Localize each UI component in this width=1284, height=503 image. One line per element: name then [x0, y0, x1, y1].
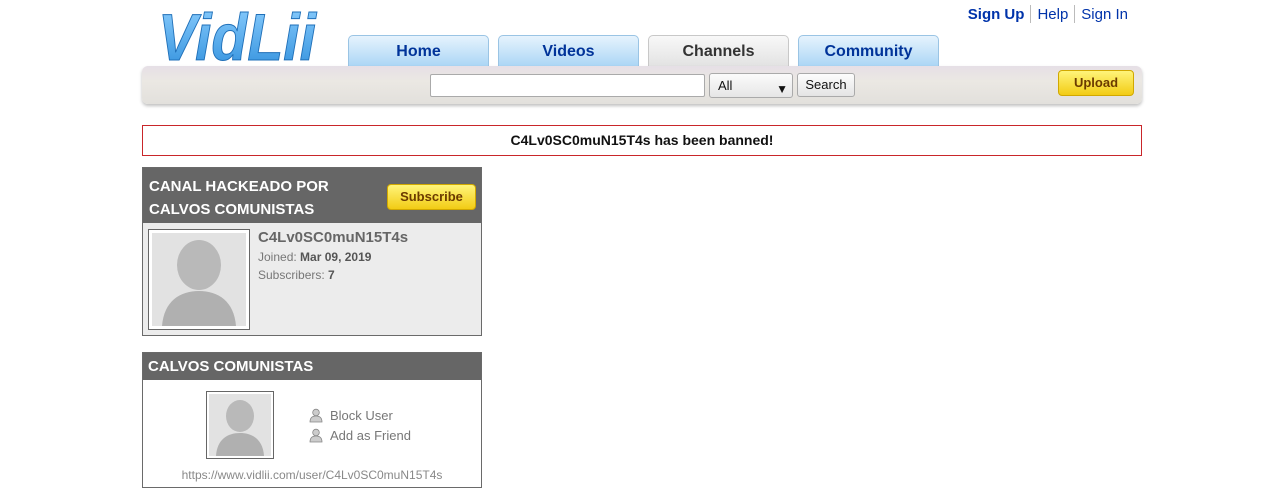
upload-button[interactable]: Upload	[1058, 70, 1134, 96]
block-user-link[interactable]: Block User	[309, 405, 411, 425]
profile-url: https://www.vidlii.com/user/C4Lv0SC0muN1…	[181, 468, 443, 482]
block-user-label: Block User	[330, 407, 393, 423]
search-category-select[interactable]: All ▼	[709, 73, 793, 98]
profile-header: CALVOS COMUNISTAS	[143, 353, 481, 380]
tab-channels[interactable]: Channels	[648, 35, 789, 67]
profile-actions: Block User Add as Friend	[309, 405, 411, 445]
channel-title: CANAL HACKEADO POR CALVOS COMUNISTAS	[149, 178, 329, 218]
logo-text: VidLii	[158, 2, 317, 68]
default-avatar-icon	[209, 394, 271, 456]
sign-up-link[interactable]: Sign Up	[962, 6, 1031, 23]
joined-row: Joined: Mar 09, 2019	[258, 250, 408, 264]
top-links: Sign Up Help Sign In	[962, 5, 1134, 23]
main-nav-tabs: Home Videos Channels Community	[348, 35, 939, 67]
channel-header: CANAL HACKEADO POR CALVOS COMUNISTAS Sub…	[143, 168, 481, 223]
subscribers-label: Subscribers:	[258, 268, 325, 282]
subscribers-row: Subscribers: 7	[258, 268, 408, 282]
user-block-icon	[309, 408, 323, 422]
search-category-value: All	[718, 78, 733, 93]
tab-home[interactable]: Home	[348, 35, 489, 67]
default-avatar-icon	[152, 233, 246, 326]
subscribers-count: 7	[328, 268, 335, 282]
chevron-down-icon: ▼	[776, 82, 788, 96]
joined-label: Joined:	[258, 250, 297, 264]
channel-username: C4Lv0SC0muN15T4s	[258, 229, 409, 246]
profile-avatar[interactable]	[206, 391, 274, 459]
vidlii-logo[interactable]: VidLii	[156, 2, 326, 68]
sign-in-link[interactable]: Sign In	[1075, 6, 1134, 23]
channel-avatar[interactable]	[148, 229, 250, 330]
search-input[interactable]	[430, 74, 705, 97]
search-bar: All ▼ Search Upload	[142, 66, 1142, 104]
subscribe-button[interactable]: Subscribe	[387, 184, 476, 210]
ban-notice: C4Lv0SC0muN15T4s has been banned!	[142, 125, 1142, 156]
channel-info-box: CANAL HACKEADO POR CALVOS COMUNISTAS Sub…	[142, 167, 482, 336]
profile-box: CALVOS COMUNISTAS Block User Add as Frie…	[142, 352, 482, 488]
tab-videos[interactable]: Videos	[498, 35, 639, 67]
search-button[interactable]: Search	[797, 73, 855, 97]
user-add-icon	[309, 428, 323, 442]
add-friend-link[interactable]: Add as Friend	[309, 425, 411, 445]
tab-community[interactable]: Community	[798, 35, 939, 67]
help-link[interactable]: Help	[1031, 6, 1074, 23]
joined-date: Mar 09, 2019	[300, 250, 372, 264]
add-friend-label: Add as Friend	[330, 427, 411, 443]
channel-details: C4Lv0SC0muN15T4s Joined: Mar 09, 2019 Su…	[258, 229, 408, 282]
